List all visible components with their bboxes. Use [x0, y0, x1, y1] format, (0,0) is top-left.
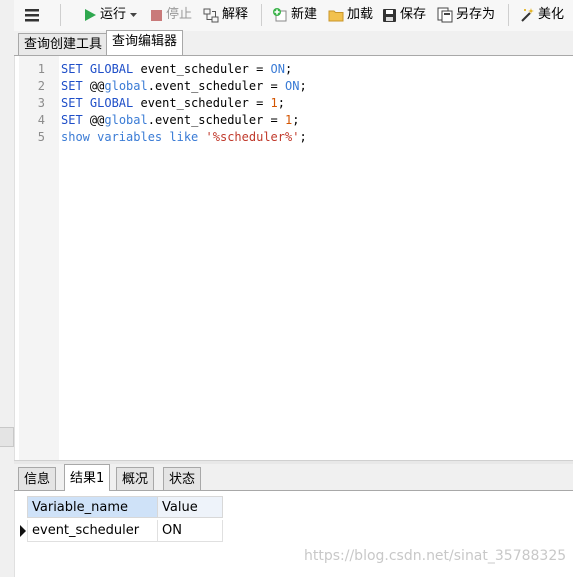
code-token: 1 [270, 96, 278, 110]
chevron-down-icon[interactable] [129, 11, 138, 19]
query-toolbar: 运行 停止 解释 新建 加载 保存 另存为 美化 [14, 0, 573, 32]
hamburger-icon [24, 8, 40, 22]
code-line[interactable]: show variables like '%scheduler%'; [61, 129, 307, 146]
column-header-value[interactable]: Value [157, 496, 223, 518]
magic-wand-icon [519, 7, 535, 23]
new-query-icon [272, 7, 288, 23]
tab-label: 查询创建工具 [24, 37, 103, 52]
tab-query-editor[interactable]: 查询编辑器 [106, 30, 184, 55]
toolbar-separator [508, 4, 509, 26]
tab-result-1[interactable]: 结果1 [64, 464, 111, 491]
save-as-label: 另存为 [456, 7, 496, 22]
column-header-label: Variable_name [32, 500, 129, 515]
stop-button[interactable]: 停止 [150, 4, 192, 26]
save-icon [382, 8, 397, 23]
tab-label: 结果1 [70, 471, 105, 486]
table-row-cell[interactable]: ON [157, 520, 223, 542]
save-label: 保存 [400, 7, 427, 22]
code-token: ; [277, 96, 285, 110]
load-button[interactable]: 加载 [328, 4, 373, 26]
folder-icon [328, 8, 344, 22]
left-gutter [0, 0, 15, 577]
code-token: SET [61, 79, 83, 93]
code-token: ; [299, 79, 307, 93]
code-token: .event_scheduler = [147, 79, 286, 93]
cell-value: ON [162, 523, 182, 538]
new-query-button[interactable]: 新建 [272, 4, 317, 26]
code-line[interactable]: SET GLOBAL event_scheduler = ON; [61, 61, 292, 78]
collapse-handle[interactable] [0, 427, 14, 447]
toolbar-separator [261, 4, 262, 26]
line-number: 3 [37, 96, 45, 110]
code-token: show variables like [61, 130, 199, 144]
row-pointer-icon [19, 520, 27, 542]
run-button[interactable]: 运行 [83, 4, 138, 26]
code-token: ON [285, 79, 300, 93]
explain-icon [203, 8, 219, 23]
line-number: 2 [37, 79, 45, 93]
code-token: ; [299, 130, 307, 144]
code-token: event_scheduler = [133, 96, 271, 110]
tab-label: 状态 [169, 472, 196, 487]
explain-button[interactable]: 解释 [203, 4, 248, 26]
save-as-button[interactable]: 另存为 [437, 4, 495, 26]
result-tab-strip: 信息 结果1 概况 状态 [14, 464, 573, 491]
line-number: 1 [37, 62, 45, 76]
beautify-label: 美化 [538, 7, 565, 22]
code-token: ; [284, 62, 293, 76]
code-token: '%scheduler%' [205, 130, 300, 144]
tab-label: 概况 [122, 472, 149, 487]
save-as-icon [437, 7, 453, 23]
save-button[interactable]: 保存 [382, 4, 426, 26]
query-tab-strip: 查询创建工具 查询编辑器 [14, 30, 573, 56]
tab-info[interactable]: 信息 [18, 467, 57, 490]
table-row-cell[interactable]: event_scheduler [27, 520, 158, 542]
stop-icon [150, 9, 163, 22]
code-line[interactable]: SET GLOBAL event_scheduler = 1; [61, 95, 285, 112]
tab-label: 查询编辑器 [112, 34, 178, 49]
tab-profile[interactable]: 概况 [116, 467, 155, 490]
code-token: ON [270, 62, 285, 76]
code-token: global [104, 79, 148, 93]
play-icon [83, 8, 97, 22]
cell-value: event_scheduler [32, 523, 140, 538]
code-token: global [104, 113, 148, 127]
tab-status[interactable]: 状态 [163, 467, 202, 490]
toolbar-separator [60, 4, 61, 26]
code-token: .event_scheduler = [147, 113, 286, 127]
line-number: 4 [37, 113, 45, 127]
code-token: event_scheduler = [133, 62, 271, 76]
line-number: 5 [37, 130, 45, 144]
beautify-button[interactable]: 美化 [519, 4, 564, 26]
code-token: SET [61, 113, 83, 127]
explain-label: 解释 [222, 7, 249, 22]
load-label: 加载 [347, 7, 374, 22]
run-label: 运行 [100, 7, 127, 22]
code-token: @@ [82, 113, 105, 127]
stop-label: 停止 [166, 7, 193, 22]
code-token: @@ [82, 79, 105, 93]
tab-query-builder[interactable]: 查询创建工具 [18, 33, 109, 55]
new-label: 新建 [291, 7, 318, 22]
column-header-variable-name[interactable]: Variable_name [27, 496, 158, 518]
code-line[interactable]: SET @@global.event_scheduler = 1; [61, 112, 299, 129]
code-token: SET GLOBAL [61, 62, 134, 76]
tab-label: 信息 [24, 472, 51, 487]
sql-editor[interactable]: 1 SET GLOBAL event_scheduler = ON; 2 SET @@… [19, 56, 573, 460]
code-line[interactable]: SET @@global.event_scheduler = ON; [61, 78, 307, 95]
menu-button[interactable] [24, 4, 40, 26]
watermark: https://blog.csdn.net/sinat_35788325 [304, 548, 567, 564]
code-token: ; [292, 113, 300, 127]
column-header-label: Value [162, 500, 198, 515]
code-token: SET GLOBAL [61, 96, 134, 110]
